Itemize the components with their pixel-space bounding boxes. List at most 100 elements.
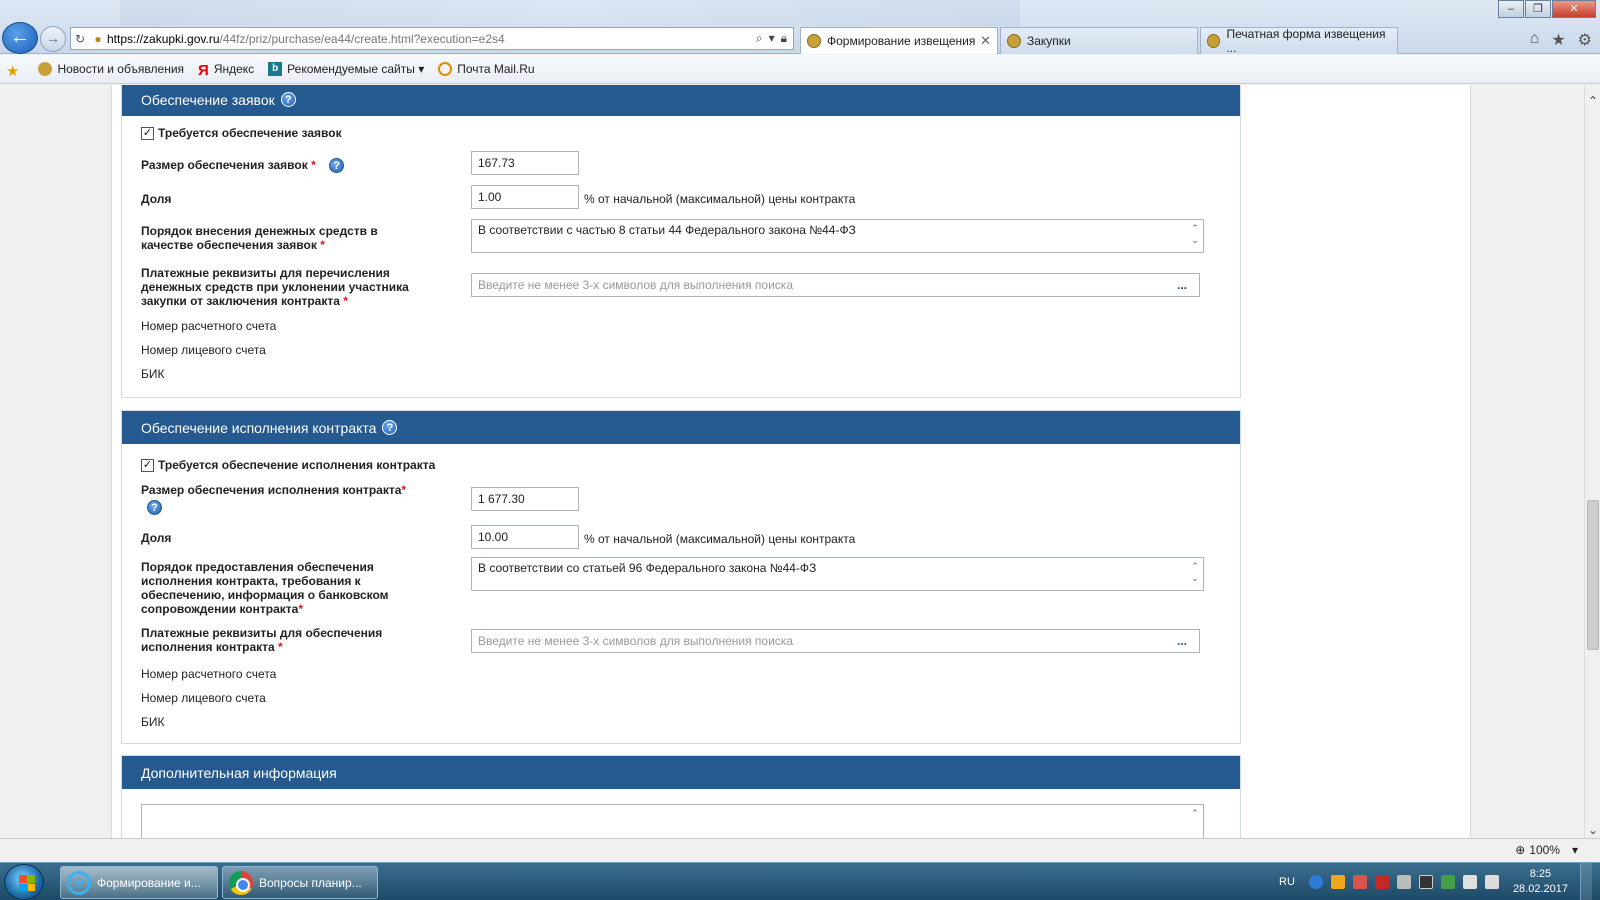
required-mark: * bbox=[320, 238, 325, 252]
favorites-star-icon[interactable]: ★ bbox=[1551, 30, 1565, 50]
more-options-icon[interactable]: ... bbox=[1177, 278, 1193, 292]
pdf-icon[interactable] bbox=[1374, 875, 1389, 889]
url-path: /44fz/priz/purchase/ea44/create.html?exe… bbox=[219, 31, 505, 46]
network-icon[interactable] bbox=[1308, 875, 1323, 889]
favorite-mail[interactable]: Почта Mail.Ru bbox=[438, 62, 535, 76]
tab-label: Печатная форма извещения ... bbox=[1226, 27, 1386, 55]
taskbar-item-chrome[interactable]: Вопросы планир... bbox=[222, 866, 378, 899]
favorite-recommended[interactable]: b Рекомендуемые сайты ▾ bbox=[268, 62, 424, 76]
ie-icon: e bbox=[67, 870, 91, 895]
scroll-up-icon[interactable]: ⌃ bbox=[1585, 93, 1600, 109]
textarea-value: В соответствии со статьей 96 Федеральног… bbox=[478, 561, 817, 575]
textarea-scrollbar[interactable]: ⌃ ⌄ bbox=[1189, 560, 1201, 584]
home-icon[interactable]: ⌂ bbox=[1530, 30, 1540, 50]
search-placeholder: Введите не менее 3-х символов для выполн… bbox=[478, 634, 793, 648]
textarea-scrollbar[interactable]: ⌃ ⌄ bbox=[1189, 222, 1201, 246]
show-desktop-button[interactable] bbox=[1580, 863, 1592, 900]
additional-info-textarea[interactable]: ⌃ bbox=[141, 804, 1204, 838]
section-title: Обеспечение исполнения контракта bbox=[141, 419, 377, 436]
security-icon[interactable] bbox=[1352, 875, 1367, 889]
zoom-level: 100% bbox=[1529, 843, 1560, 857]
label-line: закупки от заключения контракта bbox=[141, 294, 340, 308]
bid-share-suffix: % от начальной (максимальной) цены контр… bbox=[584, 192, 856, 206]
system-tray: RU 8:25 28.02.2017 bbox=[1279, 863, 1592, 900]
language-indicator[interactable]: RU bbox=[1279, 876, 1295, 888]
bid-payment-search[interactable]: Введите не менее 3-х символов для выполн… bbox=[471, 273, 1200, 297]
dropdown-icon[interactable]: ▾ bbox=[769, 31, 775, 46]
bid-security-size-input[interactable]: 167.73 bbox=[471, 151, 579, 175]
browser-toolbar-icons: ⌂ ★ ⚙ bbox=[1530, 30, 1592, 50]
url-host: https://zakupki.gov.ru bbox=[107, 31, 220, 46]
scroll-down-icon[interactable]: ⌄ bbox=[1585, 822, 1600, 838]
contract-order-label: Порядок предоставления обеспечения испол… bbox=[141, 560, 389, 616]
bid-security-checkbox[interactable]: ✓ bbox=[141, 126, 154, 140]
more-options-icon[interactable]: ... bbox=[1177, 634, 1193, 648]
volume-mixer-icon[interactable] bbox=[1396, 875, 1411, 889]
help-icon[interactable]: ? bbox=[382, 420, 398, 435]
window-controls: – ❐ ✕ bbox=[1497, 0, 1596, 18]
label-text: Размер обеспечения заявок bbox=[141, 158, 308, 172]
favorite-yandex[interactable]: Я Яндекс bbox=[198, 62, 255, 79]
compatibility-icon[interactable]: ↻ bbox=[71, 32, 89, 46]
bid-share-input[interactable]: 1.00 bbox=[471, 185, 579, 209]
favorite-news[interactable]: Новости и объявления bbox=[38, 62, 184, 76]
favorites-add-icon[interactable]: ★ bbox=[6, 62, 24, 80]
close-tab-icon[interactable]: ✕ bbox=[980, 33, 991, 49]
forward-button[interactable]: → bbox=[40, 26, 66, 52]
clock[interactable]: 8:25 28.02.2017 bbox=[1513, 867, 1568, 897]
favorite-label: Яндекс bbox=[213, 62, 255, 76]
minimize-button[interactable]: – bbox=[1498, 0, 1524, 18]
contract-security-size-input[interactable]: 1 677.30 bbox=[471, 487, 579, 511]
contract-share-input[interactable]: 10.00 bbox=[471, 525, 579, 549]
update-icon[interactable] bbox=[1330, 875, 1345, 889]
contract-payment-search[interactable]: Введите не менее 3-х символов для выполн… bbox=[471, 629, 1200, 653]
flag-icon[interactable] bbox=[1462, 875, 1477, 889]
page-scrollbar[interactable]: ⌃ ⌄ bbox=[1584, 85, 1600, 838]
contract-security-checkbox[interactable]: ✓ bbox=[141, 458, 154, 472]
help-icon[interactable]: ? bbox=[147, 500, 162, 515]
taskbar-item-ie[interactable]: e Формирование и... bbox=[60, 866, 218, 899]
tab-zakupki[interactable]: Закупки bbox=[1000, 27, 1198, 54]
zoom-control[interactable]: ⊕ 100% ▾ bbox=[1515, 843, 1578, 857]
emblem-icon bbox=[1207, 34, 1221, 48]
settings-gear-icon[interactable]: ⚙ bbox=[1578, 30, 1592, 50]
speaker-icon[interactable] bbox=[1484, 875, 1499, 889]
bid-security-section: Обеспечение заявок ? ✓ Требуется обеспеч… bbox=[121, 85, 1241, 398]
favorite-label: Новости и объявления bbox=[57, 62, 185, 76]
bid-personal-account-label: Номер лицевого счета bbox=[141, 343, 266, 357]
textarea-scrollbar[interactable]: ⌃ bbox=[1189, 807, 1201, 819]
back-button[interactable]: ← bbox=[2, 22, 38, 54]
favorite-label: Рекомендуемые сайты ▾ bbox=[287, 62, 425, 76]
label-line: Порядок предоставления обеспечения bbox=[141, 560, 374, 574]
monitor-icon[interactable] bbox=[1418, 875, 1433, 889]
contract-order-textarea[interactable]: В соответствии со статьей 96 Федеральног… bbox=[471, 557, 1204, 591]
help-icon[interactable]: ? bbox=[329, 158, 345, 173]
tab-printform[interactable]: Печатная форма извещения ... bbox=[1200, 27, 1398, 55]
required-mark: * bbox=[311, 158, 316, 172]
help-icon[interactable]: ? bbox=[280, 92, 296, 107]
lock-icon[interactable]: 🔒︎ bbox=[781, 31, 787, 46]
bid-security-checkbox-row[interactable]: ✓ Требуется обеспечение заявок bbox=[141, 126, 342, 140]
contract-bik-label: БИК bbox=[141, 715, 165, 729]
start-button[interactable] bbox=[4, 864, 44, 900]
label-line: исполнения контракта bbox=[141, 640, 275, 654]
scrollbar-thumb[interactable] bbox=[1587, 500, 1599, 650]
search-placeholder: Введите не менее 3-х символов для выполн… bbox=[478, 278, 793, 292]
mail-icon bbox=[438, 62, 453, 76]
zoom-icon: ⊕ bbox=[1515, 843, 1526, 857]
search-icon[interactable]: ⌕ bbox=[756, 31, 763, 46]
address-bar[interactable]: ↻ ● https://zakupki.gov.ru/44fz/priz/pur… bbox=[70, 27, 794, 50]
bid-order-textarea[interactable]: В соответствии с частью 8 статьи 44 Феде… bbox=[471, 219, 1204, 253]
required-mark: * bbox=[401, 483, 407, 497]
contract-security-size-label: Размер обеспечения исполнения контракта*… bbox=[141, 483, 406, 515]
contract-security-checkbox-row[interactable]: ✓ Требуется обеспечение исполнения контр… bbox=[141, 458, 435, 472]
tab-formirovanie[interactable]: Формирование извещения ✕ bbox=[800, 27, 998, 54]
close-window-button[interactable]: ✕ bbox=[1552, 0, 1596, 18]
checkbox-label: Требуется обеспечение исполнения контрак… bbox=[158, 458, 436, 472]
emblem-icon bbox=[807, 34, 821, 48]
bid-payment-label: Платежные реквизиты для перечисления ден… bbox=[141, 266, 409, 308]
chevron-down-icon[interactable]: ▾ bbox=[1572, 843, 1578, 857]
checkmark-icon[interactable] bbox=[1440, 875, 1455, 889]
required-mark: * bbox=[298, 602, 303, 616]
maximize-button[interactable]: ❐ bbox=[1525, 0, 1551, 18]
